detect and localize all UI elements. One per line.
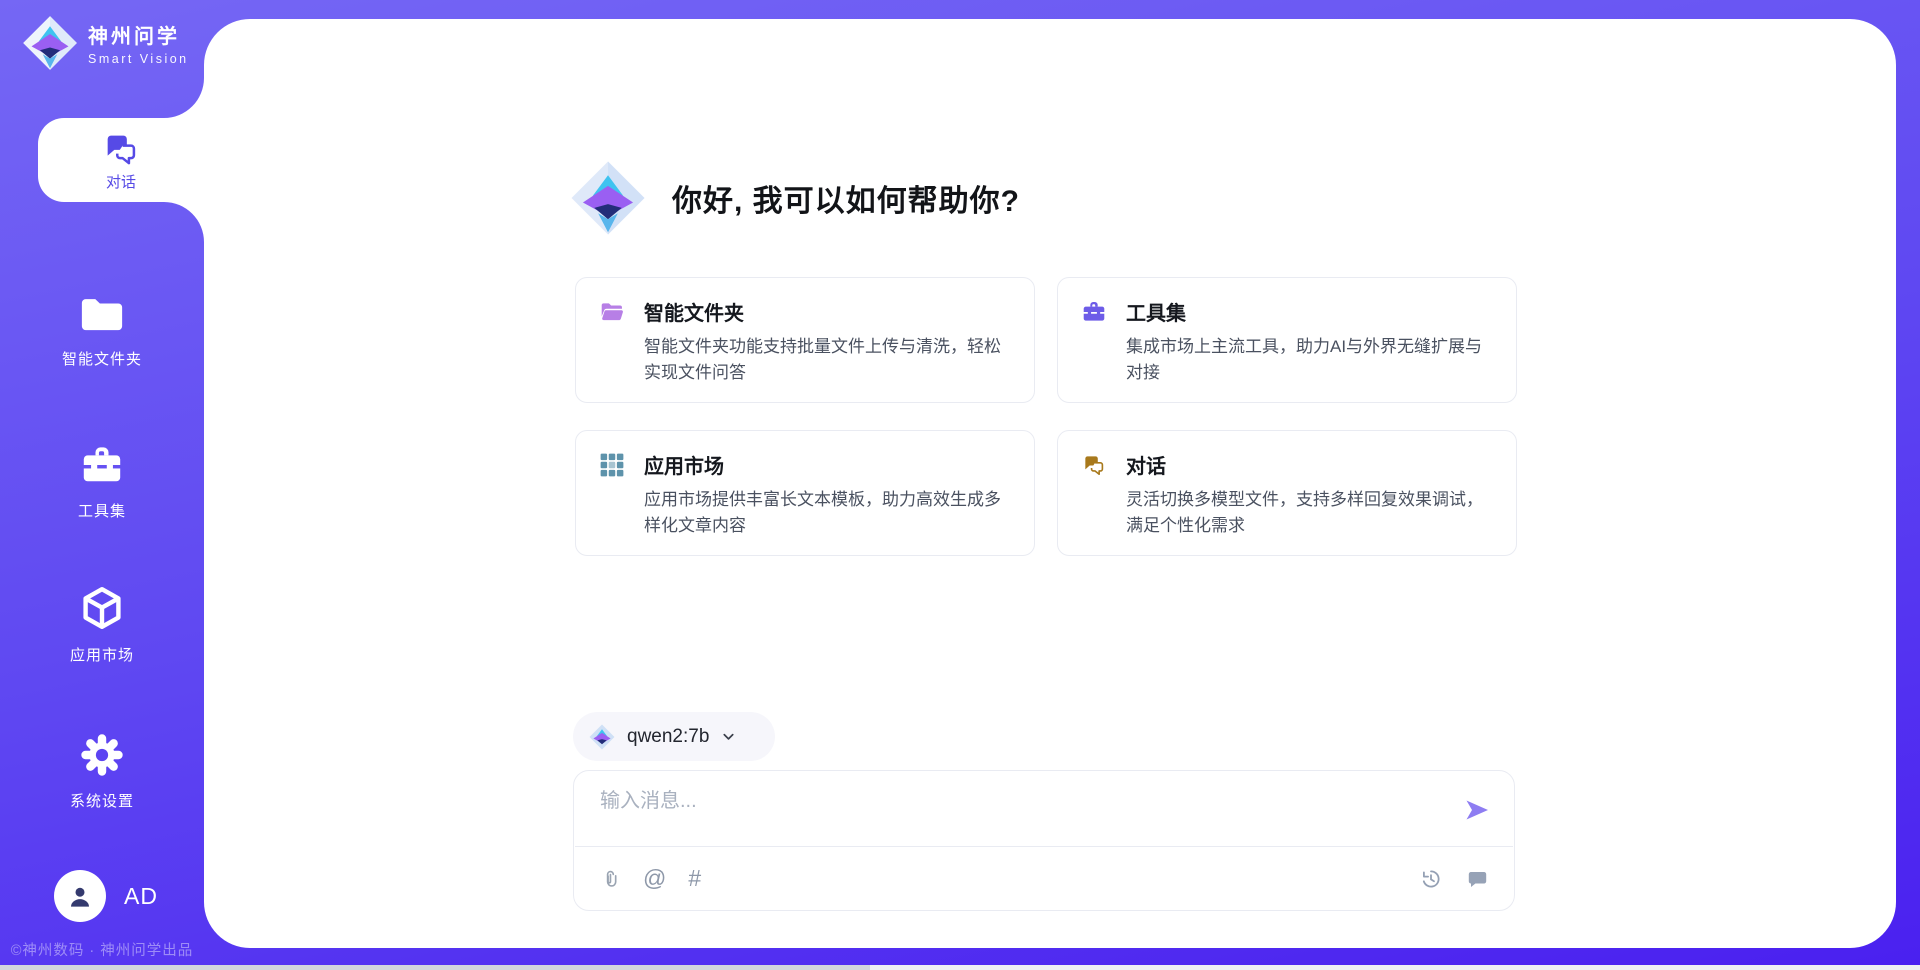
sidebar-item-app-market[interactable]: 应用市场 xyxy=(0,584,204,665)
at-sign-icon: @ xyxy=(643,867,666,890)
chat-bubbles-icon xyxy=(101,129,141,169)
greeting-section: 你好, 我可以如何帮助你? xyxy=(570,160,1020,236)
mention-button[interactable]: @ xyxy=(643,867,666,890)
feedback-button[interactable] xyxy=(1465,867,1489,891)
brand-subtitle: Smart Vision xyxy=(88,52,189,66)
model-name: qwen2:7b xyxy=(627,726,709,748)
sidebar-item-settings[interactable]: 系统设置 xyxy=(0,732,204,811)
sidebar-item-smart-folders[interactable]: 智能文件夹 xyxy=(0,294,204,369)
paperclip-icon xyxy=(599,867,621,891)
sidebar-item-toolset[interactable]: 工具集 xyxy=(0,442,204,521)
card-description: 灵活切换多模型文件，支持多样回复效果调试，满足个性化需求 xyxy=(1081,487,1492,539)
greeting-title: 你好, 我可以如何帮助你? xyxy=(672,176,1020,220)
user-profile[interactable]: AD xyxy=(54,870,158,922)
cube-icon xyxy=(78,584,126,632)
grid-icon xyxy=(599,452,625,478)
chevron-down-icon xyxy=(721,729,736,744)
brand-name: 神州问学 xyxy=(88,20,189,49)
card-title: 工具集 xyxy=(1126,297,1186,326)
sidebar-item-label: 系统设置 xyxy=(0,790,204,811)
chat-bubbles-icon xyxy=(1081,452,1107,478)
assistant-diamond-icon xyxy=(570,160,646,236)
card-title: 应用市场 xyxy=(644,450,724,479)
topic-button[interactable]: # xyxy=(688,867,701,890)
feedback-bubble-icon xyxy=(1465,867,1489,891)
brand-logo: 神州问学 Smart Vision xyxy=(22,15,189,71)
sidebar-item-label: 对话 xyxy=(106,171,136,192)
tab-curve-top xyxy=(164,78,204,118)
card-smart-folders[interactable]: 智能文件夹 智能文件夹功能支持批量文件上传与清洗，轻松实现文件问答 xyxy=(575,277,1035,403)
send-button[interactable] xyxy=(1458,792,1496,831)
sidebar-item-label: 智能文件夹 xyxy=(0,348,204,369)
folder-icon xyxy=(79,294,125,336)
card-description: 集成市场上主流工具，助力AI与外界无缝扩展与对接 xyxy=(1081,334,1492,386)
sidebar: 神州问学 Smart Vision 对话 智能文件夹 xyxy=(0,0,204,970)
scrollbar-thumb[interactable] xyxy=(0,965,870,970)
card-description: 智能文件夹功能支持批量文件上传与清洗，轻松实现文件问答 xyxy=(599,334,1010,386)
toolbox-icon xyxy=(79,442,125,488)
avatar xyxy=(54,870,106,922)
hash-icon: # xyxy=(688,867,701,890)
card-chat[interactable]: 对话 灵活切换多模型文件，支持多样回复效果调试，满足个性化需求 xyxy=(1057,430,1517,556)
message-input[interactable] xyxy=(600,784,1458,836)
horizontal-scrollbar[interactable] xyxy=(0,965,1920,970)
toolbox-icon xyxy=(1081,299,1107,325)
model-selector[interactable]: qwen2:7b xyxy=(573,712,775,761)
copyright-text: ©神州数码 · 神州问学出品 xyxy=(0,939,204,960)
card-title: 对话 xyxy=(1126,450,1166,479)
sidebar-item-label: 应用市场 xyxy=(0,644,204,665)
tab-curve-bottom xyxy=(164,202,204,242)
card-toolset[interactable]: 工具集 集成市场上主流工具，助力AI与外界无缝扩展与对接 xyxy=(1057,277,1517,403)
attach-file-button[interactable] xyxy=(599,867,621,891)
feature-cards: 智能文件夹 智能文件夹功能支持批量文件上传与清洗，轻松实现文件问答 工具集 集成… xyxy=(575,277,1517,556)
paper-plane-icon xyxy=(1462,796,1492,824)
sidebar-item-chat[interactable]: 对话 xyxy=(38,118,204,202)
card-title: 智能文件夹 xyxy=(644,297,744,326)
sidebar-item-label: 工具集 xyxy=(0,500,204,521)
user-initials: AD xyxy=(124,883,158,910)
brand-diamond-icon xyxy=(22,15,78,71)
history-button[interactable] xyxy=(1419,867,1443,891)
gear-icon xyxy=(79,732,125,778)
brand-diamond-icon xyxy=(589,724,615,750)
card-description: 应用市场提供丰富长文本模板，助力高效生成多样化文章内容 xyxy=(599,487,1010,539)
person-icon xyxy=(65,881,95,911)
card-app-market[interactable]: 应用市场 应用市场提供丰富长文本模板，助力高效生成多样化文章内容 xyxy=(575,430,1035,556)
message-composer: @ # xyxy=(573,770,1515,911)
folder-open-icon xyxy=(599,299,625,325)
history-icon xyxy=(1419,867,1443,891)
